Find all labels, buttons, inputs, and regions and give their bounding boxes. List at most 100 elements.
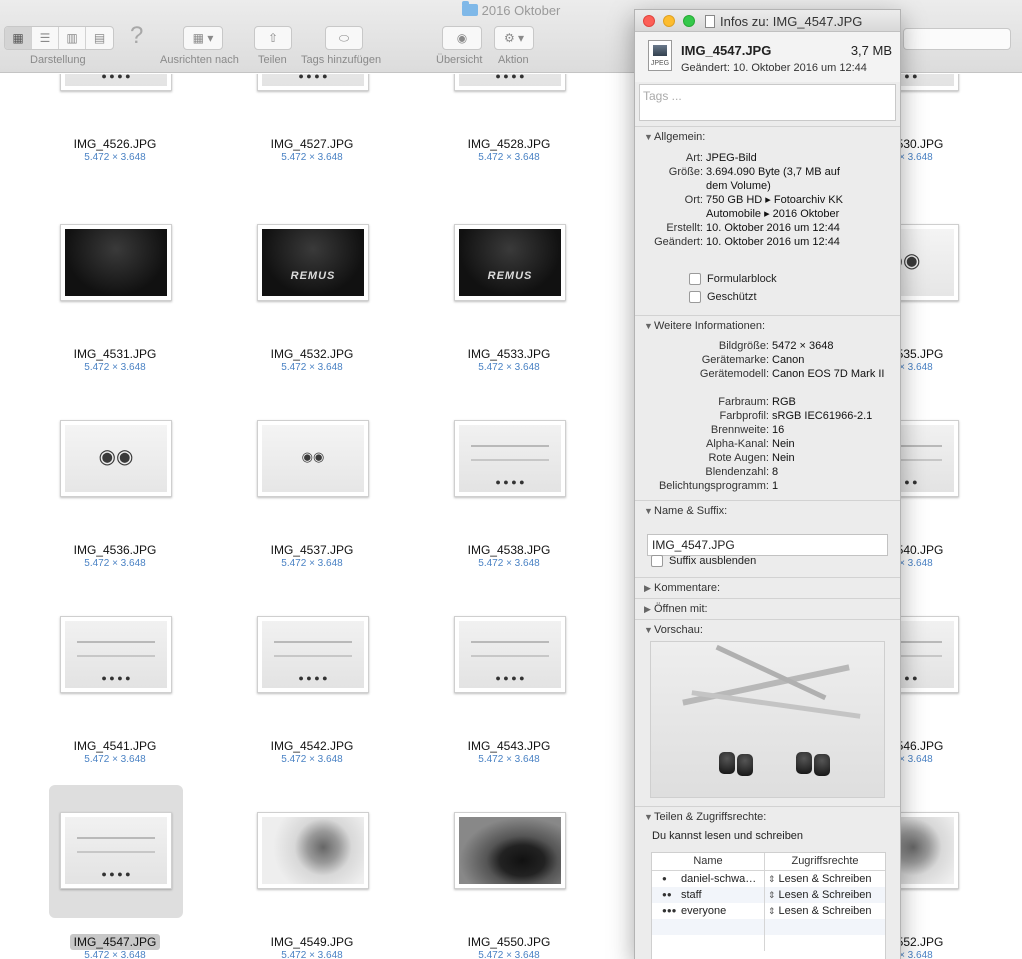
more-info-header-label: Weitere Informationen: xyxy=(654,320,766,332)
general-header-label: Allgemein: xyxy=(654,131,706,143)
everyone-icon: ●●● xyxy=(662,906,677,915)
more-info-header[interactable]: ▼Weitere Informationen: xyxy=(635,316,900,336)
remus-logo: REMUS xyxy=(290,270,336,282)
action-button[interactable]: ⚙ ▾ xyxy=(494,26,534,50)
file-thumbnail[interactable] xyxy=(60,74,172,91)
open-with-header-label: Öffnen mit: xyxy=(654,603,708,615)
disclosure-open-icon: ▼ xyxy=(644,812,653,822)
checkbox-box[interactable] xyxy=(651,555,663,567)
file-thumbnail[interactable] xyxy=(257,420,369,497)
file-item[interactable]: IMG_4550.JPG 5.472 × 3.648 xyxy=(394,812,624,959)
file-item[interactable]: IMG_4541.JPG5.472 × 3.648 xyxy=(0,616,230,776)
file-item[interactable]: IMG_4527.JPG5.472 × 3.648 xyxy=(197,74,427,174)
info-value: 10. Oktober 2016 um 12:44 xyxy=(706,236,840,248)
permission-row[interactable]: ●●● everyone ⇕ Lesen & Schreiben xyxy=(652,903,885,919)
locked-checkbox[interactable]: Geschützt xyxy=(689,291,757,303)
file-thumbnail[interactable] xyxy=(60,420,172,497)
zoom-button[interactable] xyxy=(683,15,695,27)
file-item[interactable]: IMG_4528.JPG5.472 × 3.648 xyxy=(394,74,624,174)
file-dimensions: 5.472 × 3.648 xyxy=(281,152,343,163)
permission-row[interactable]: ●● staff ⇕ Lesen & Schreiben xyxy=(652,887,885,903)
file-thumbnail[interactable]: REMUS xyxy=(454,224,566,301)
popup-stepper-icon[interactable]: ⇕ xyxy=(768,874,776,884)
tags-input[interactable]: Tags ... xyxy=(639,84,896,121)
checkbox-box[interactable] xyxy=(689,273,701,285)
file-item[interactable]: IMG_4549.JPG 5.472 × 3.648 xyxy=(197,812,427,959)
file-dimensions: 5.472 × 3.648 xyxy=(478,950,540,959)
file-thumbnail[interactable] xyxy=(454,616,566,693)
modified-date: Geändert: 10. Oktober 2016 um 12:44 xyxy=(681,62,867,74)
file-item[interactable]: IMG_4538.JPG5.472 × 3.648 xyxy=(394,420,624,580)
file-item[interactable]: IMG_4537.JPG5.472 × 3.648 xyxy=(197,420,427,580)
file-item[interactable]: IMG_4526.JPG5.472 × 3.648 xyxy=(0,74,230,174)
file-thumbnail[interactable] xyxy=(60,812,172,889)
tag-button[interactable]: ⬭ xyxy=(325,26,363,50)
file-thumbnail[interactable] xyxy=(257,74,369,91)
icon-view-button[interactable]: ▦ xyxy=(5,27,32,49)
file-thumbnail[interactable] xyxy=(257,616,369,693)
coverflow-view-button[interactable]: ▤ xyxy=(86,27,113,49)
comments-header[interactable]: ▶ Kommentare: xyxy=(635,578,900,598)
privilege-popup[interactable]: Lesen & Schreiben xyxy=(779,905,872,917)
preview-header[interactable]: ▼Vorschau: xyxy=(635,620,900,640)
file-item[interactable]: IMG_4536.JPG5.472 × 3.648 xyxy=(0,420,230,580)
info-key: Gerätemodell: xyxy=(699,368,769,380)
file-item[interactable]: REMUS IMG_4533.JPG 5.472 × 3.648 xyxy=(394,224,624,384)
privilege-popup[interactable]: Lesen & Schreiben xyxy=(779,873,872,885)
search-field[interactable] xyxy=(903,28,1011,50)
file-thumbnail[interactable] xyxy=(257,812,369,889)
tags-label: Tags hinzufügen xyxy=(301,54,382,66)
file-thumbnail[interactable]: REMUS xyxy=(257,224,369,301)
checkbox-box[interactable] xyxy=(689,291,701,303)
info-key: Farbprofil: xyxy=(719,410,769,422)
file-item[interactable]: IMG_4543.JPG5.472 × 3.648 xyxy=(394,616,624,776)
file-name-label: IMG_4543.JPG xyxy=(467,739,551,753)
file-thumbnail[interactable] xyxy=(454,420,566,497)
file-dimensions: 5.472 × 3.648 xyxy=(281,558,343,569)
user-icon: ● xyxy=(662,874,667,883)
file-item[interactable]: IMG_4542.JPG5.472 × 3.648 xyxy=(197,616,427,776)
file-item[interactable]: IMG_4547.JPG5.472 × 3.648 xyxy=(0,785,230,959)
comments-section: ▶ Kommentare: xyxy=(635,577,900,598)
open-with-header[interactable]: ▶ Öffnen mit: xyxy=(635,599,900,619)
hide-extension-checkbox[interactable]: Suffix ausblenden xyxy=(651,555,756,567)
share-button[interactable]: ⇧ xyxy=(254,26,292,50)
popup-stepper-icon[interactable]: ⇕ xyxy=(768,890,776,900)
file-thumbnail[interactable] xyxy=(60,224,172,301)
info-key: Gerätemarke: xyxy=(701,354,769,366)
permission-row[interactable]: ● daniel-schwa… ⇕ Lesen & Schreiben xyxy=(652,871,885,887)
disclosure-closed-icon: ▶ xyxy=(644,583,651,593)
col-privilege[interactable]: Zugriffsrechte xyxy=(765,853,885,870)
name-header[interactable]: ▼Name & Suffix: xyxy=(635,501,900,521)
info-value: 10. Oktober 2016 um 12:44 xyxy=(706,222,840,234)
column-view-button[interactable]: ▥ xyxy=(59,27,86,49)
stationery-checkbox[interactable]: Formularblock xyxy=(689,273,777,285)
help-icon[interactable]: ? xyxy=(130,24,143,48)
file-thumbnail[interactable] xyxy=(454,812,566,889)
arrange-button[interactable]: ▦ ▾ xyxy=(183,26,223,50)
list-view-button[interactable]: ☰ xyxy=(32,27,59,49)
info-value: 16 xyxy=(772,424,785,436)
close-button[interactable] xyxy=(643,15,655,27)
info-key: Alpha-Kanal: xyxy=(706,438,769,450)
name-header-label: Name & Suffix: xyxy=(654,505,728,517)
file-dimensions: 5.472 × 3.648 xyxy=(84,950,146,959)
popup-stepper-icon[interactable]: ⇕ xyxy=(768,906,776,916)
info-key: Ort: xyxy=(684,194,703,206)
general-header[interactable]: ▼Allgemein: xyxy=(635,127,900,147)
col-name[interactable]: Name xyxy=(652,853,765,870)
file-name-label: IMG_4549.JPG xyxy=(270,935,354,949)
info-value: Canon EOS 7D Mark II xyxy=(772,368,885,380)
sharing-header[interactable]: ▼Teilen & Zugriffsrechte: xyxy=(635,807,900,827)
name-field[interactable]: IMG_4547.JPG xyxy=(647,534,888,556)
info-key: Rote Augen: xyxy=(708,452,769,464)
file-thumbnail[interactable] xyxy=(60,616,172,693)
minimize-button[interactable] xyxy=(663,15,675,27)
file-name-label: IMG_4538.JPG xyxy=(467,543,551,557)
file-item[interactable]: IMG_4531.JPG 5.472 × 3.648 xyxy=(0,224,230,384)
file-thumbnail[interactable] xyxy=(454,74,566,91)
quicklook-button[interactable]: ◉ xyxy=(442,26,482,50)
file-item[interactable]: REMUS IMG_4532.JPG 5.472 × 3.648 xyxy=(197,224,427,384)
privilege-popup[interactable]: Lesen & Schreiben xyxy=(779,889,872,901)
jpeg-file-icon: JPEG xyxy=(648,40,672,71)
